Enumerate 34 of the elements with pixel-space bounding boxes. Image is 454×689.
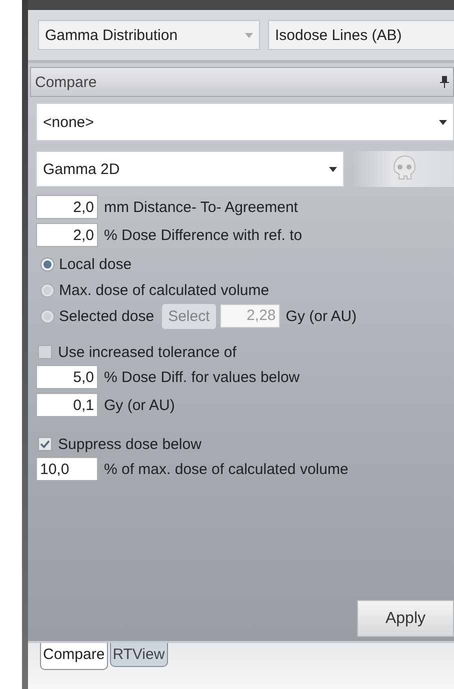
field-label: % of max. dose of calculated volume xyxy=(104,460,348,478)
checkbox-label: Suppress dose below xyxy=(58,436,202,452)
view-dropdown[interactable]: Gamma Distribution xyxy=(38,20,260,50)
radio-button[interactable] xyxy=(40,308,55,324)
radio-button[interactable] xyxy=(40,282,55,298)
option-label: Max. dose of calculated volume xyxy=(59,282,270,298)
caret-icon xyxy=(329,166,337,172)
option-label: Selected dose xyxy=(59,308,154,324)
option-label: Local dose xyxy=(59,256,132,272)
reference-dropdown[interactable]: <none> xyxy=(36,103,454,141)
field-label: mm Distance- To- Agreement xyxy=(104,198,298,216)
number-field[interactable]: 2,0 xyxy=(36,223,98,247)
caret-icon xyxy=(439,120,447,124)
tab[interactable]: RTView xyxy=(110,643,168,667)
pin-icon[interactable] xyxy=(440,76,449,88)
number-field[interactable]: 0,1 xyxy=(36,393,98,417)
radio-button[interactable] xyxy=(40,256,55,272)
field-label: % Dose Diff. for values below xyxy=(104,368,300,386)
caret-icon xyxy=(245,32,253,38)
checkbox[interactable] xyxy=(38,345,52,359)
number-field[interactable]: 10,0 xyxy=(36,457,98,481)
tab[interactable]: Compare xyxy=(40,643,108,670)
unit-label: Gy (or AU) xyxy=(286,308,357,324)
checkbox[interactable] xyxy=(38,437,52,451)
field-label: % Dose Difference with ref. to xyxy=(104,226,302,244)
number-field[interactable]: 5,0 xyxy=(36,365,98,389)
method-dropdown[interactable]: Gamma 2D xyxy=(36,151,344,187)
panel-title: Compare xyxy=(35,74,97,90)
field-label: Gy (or AU) xyxy=(104,396,175,414)
number-field[interactable]: 2,0 xyxy=(36,195,98,219)
tool-button[interactable] xyxy=(354,151,454,187)
view-field[interactable]: Isodose Lines (AB) xyxy=(268,20,454,50)
checkbox-label: Use increased tolerance of xyxy=(58,344,236,360)
apply-button[interactable]: Apply xyxy=(357,600,454,637)
